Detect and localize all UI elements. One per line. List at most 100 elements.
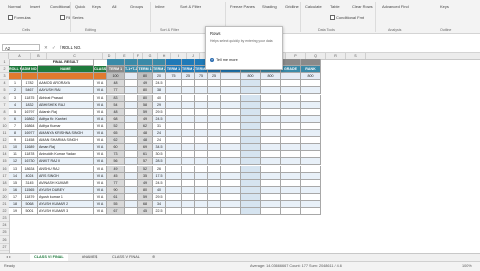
student-cell[interactable]: 13 — [9, 165, 22, 173]
student-cell[interactable]: AAYUSH RAI — [38, 87, 94, 95]
student-cell[interactable]: VI A — [94, 137, 107, 145]
tooltip-link[interactable]: ? Tell me more — [210, 58, 238, 62]
student-cell[interactable] — [195, 172, 208, 180]
student-cell[interactable]: 11458 — [22, 137, 38, 145]
student-cell[interactable] — [125, 94, 138, 102]
student-cell[interactable]: 80 — [138, 94, 153, 102]
student-cell[interactable]: 73 — [107, 151, 125, 159]
student-cell[interactable]: 67 — [107, 208, 125, 216]
student-cell[interactable]: AMAN SHARMA SINGH — [38, 137, 94, 145]
row-header[interactable]: 2 — [0, 66, 9, 74]
student-cell[interactable] — [241, 201, 261, 209]
max-marks-cell[interactable]: 75 — [166, 73, 182, 81]
student-cell[interactable]: 49 — [138, 179, 153, 187]
row-header[interactable]: 17 — [0, 173, 9, 180]
student-cell[interactable] — [301, 101, 321, 109]
student-cell[interactable] — [182, 144, 195, 152]
student-cell[interactable]: 48 — [138, 137, 153, 145]
student-cell[interactable] — [195, 108, 208, 116]
student-cell[interactable]: Aman Raj — [38, 144, 94, 152]
header-band-cell[interactable] — [153, 59, 166, 67]
ribbon-btn-groups[interactable]: Groups — [130, 4, 143, 9]
student-cell[interactable] — [182, 122, 195, 130]
student-cell[interactable] — [208, 130, 221, 138]
student-cell[interactable]: Aditya Kr. Kanhei — [38, 115, 94, 123]
student-cell[interactable] — [125, 101, 138, 109]
student-cell[interactable]: 48 — [107, 108, 125, 116]
student-cell[interactable]: 62 — [138, 122, 153, 130]
sheet-title[interactable]: FINAL RESULT — [38, 59, 94, 67]
student-cell[interactable] — [166, 144, 182, 152]
student-cell[interactable] — [301, 122, 321, 130]
student-cell[interactable] — [261, 193, 281, 201]
student-cell[interactable]: 24.5 — [153, 80, 166, 88]
student-cell[interactable] — [182, 201, 195, 209]
student-cell[interactable] — [208, 186, 221, 194]
student-cell[interactable]: VI A — [94, 151, 107, 159]
header-band-cell[interactable] — [138, 59, 153, 67]
student-cell[interactable]: 69 — [138, 144, 153, 152]
student-cell[interactable] — [301, 108, 321, 116]
student-cell[interactable]: VI A — [94, 108, 107, 116]
student-cell[interactable]: 77 — [107, 179, 125, 187]
student-cell[interactable] — [166, 193, 182, 201]
student-cell[interactable]: VI A — [94, 144, 107, 152]
student-cell[interactable] — [182, 186, 195, 194]
student-cell[interactable] — [261, 186, 281, 194]
student-cell[interactable]: 18 — [9, 201, 22, 209]
student-cell[interactable]: 24.5 — [153, 115, 166, 123]
student-cell[interactable] — [182, 80, 195, 88]
student-cell[interactable] — [221, 144, 241, 152]
student-cell[interactable] — [261, 80, 281, 88]
tab-name-error[interactable]: #NAME$ — [78, 254, 101, 261]
student-cell[interactable]: 40 — [153, 94, 166, 102]
student-cell[interactable]: Ayush kumar 1 — [38, 193, 94, 201]
student-cell[interactable]: VI A — [94, 179, 107, 187]
column-title-cell[interactable]: CLASS — [94, 66, 107, 74]
student-cell[interactable] — [182, 94, 195, 102]
student-cell[interactable] — [281, 201, 301, 209]
row-header[interactable]: 25 — [0, 229, 9, 237]
student-cell[interactable] — [241, 144, 261, 152]
student-cell[interactable] — [221, 130, 241, 138]
row-header[interactable]: 7 — [0, 102, 9, 109]
student-cell[interactable] — [125, 122, 138, 130]
student-cell[interactable] — [166, 172, 182, 180]
student-cell[interactable]: 48 — [107, 80, 125, 88]
student-cell[interactable] — [195, 186, 208, 194]
student-cell[interactable] — [182, 137, 195, 145]
student-cell[interactable]: AMANYA KRISHNA SINGH — [38, 130, 94, 138]
student-cell[interactable] — [301, 201, 321, 209]
student-cell[interactable] — [166, 165, 182, 173]
student-cell[interactable] — [195, 80, 208, 88]
column-title-cell[interactable]: TERM 2 — [153, 66, 166, 74]
student-cell[interactable] — [208, 158, 221, 166]
column-title-cell[interactable]: TERM 1 — [107, 66, 125, 74]
student-cell[interactable] — [208, 201, 221, 209]
student-cell[interactable]: 26 — [153, 165, 166, 173]
student-cell[interactable]: 59 — [138, 193, 153, 201]
student-cell[interactable]: 30.5 — [153, 151, 166, 159]
header-band-cell[interactable] — [182, 59, 195, 67]
student-cell[interactable] — [166, 208, 182, 216]
column-header-a[interactable]: A — [9, 53, 31, 59]
student-cell[interactable]: AYUSH DUBEY — [38, 186, 94, 194]
student-cell[interactable] — [195, 193, 208, 201]
student-cell[interactable] — [281, 193, 301, 201]
student-cell[interactable] — [221, 193, 241, 201]
student-cell[interactable]: 49 — [138, 115, 153, 123]
student-cell[interactable]: 5068 — [22, 201, 38, 209]
student-cell[interactable]: 4024 — [22, 172, 38, 180]
student-cell[interactable]: 38 — [153, 87, 166, 95]
student-cell[interactable] — [301, 186, 321, 194]
student-cell[interactable]: 54 — [107, 101, 125, 109]
student-cell[interactable] — [125, 144, 138, 152]
student-cell[interactable]: 34 — [153, 201, 166, 209]
max-marks-cell[interactable]: 800 — [301, 73, 321, 81]
student-cell[interactable] — [301, 151, 321, 159]
max-marks-cell[interactable]: 25 — [208, 73, 221, 81]
student-cell[interactable] — [221, 80, 241, 88]
student-cell[interactable]: VI A — [94, 193, 107, 201]
row-header[interactable]: 26 — [0, 237, 9, 244]
student-cell[interactable]: 16730 — [22, 158, 38, 166]
